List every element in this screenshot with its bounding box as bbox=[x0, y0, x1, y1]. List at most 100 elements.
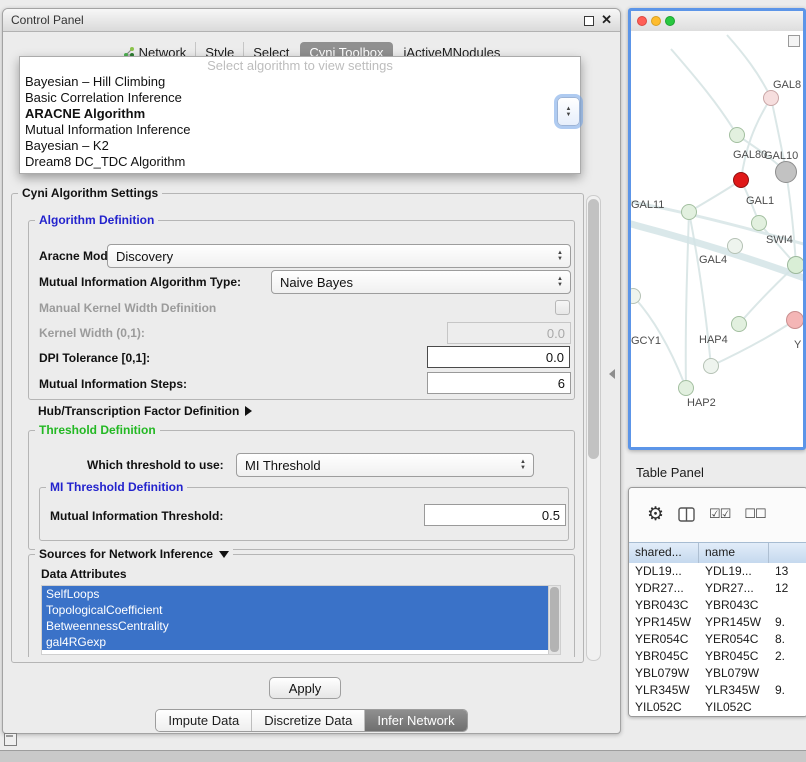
network-node[interactable] bbox=[729, 127, 745, 143]
network-node-selected[interactable] bbox=[733, 172, 749, 188]
node-label: HAP2 bbox=[687, 397, 716, 409]
close-icon[interactable]: ✕ bbox=[601, 12, 612, 28]
column-header-name[interactable]: name bbox=[699, 543, 769, 563]
cell-value bbox=[769, 665, 806, 682]
cell-name: YBR045C bbox=[699, 648, 769, 665]
data-attributes-list[interactable]: SelfLoops TopologicalCoefficient Between… bbox=[41, 585, 561, 655]
cell-shared: YPR145W bbox=[629, 614, 699, 631]
cell-value bbox=[769, 597, 806, 614]
menu-item-basic-correlation[interactable]: Basic Correlation Inference bbox=[20, 90, 580, 106]
table-row[interactable]: YIL052CYIL052C bbox=[629, 699, 806, 716]
mi-steps-field[interactable] bbox=[427, 372, 571, 394]
zoom-traffic-light-icon[interactable] bbox=[665, 16, 675, 26]
cell-shared: YLR345W bbox=[629, 682, 699, 699]
network-node[interactable] bbox=[703, 358, 719, 374]
cell-value: 9. bbox=[769, 682, 806, 699]
cell-name: YIL052C bbox=[699, 699, 769, 716]
tab-discretize-data[interactable]: Discretize Data bbox=[251, 710, 364, 731]
column-header-shared[interactable]: shared... bbox=[629, 543, 699, 563]
list-item-topologicalcoefficient[interactable]: TopologicalCoefficient bbox=[42, 602, 560, 618]
node-label: GCY1 bbox=[631, 335, 661, 347]
columns-icon[interactable] bbox=[678, 507, 695, 522]
cell-value: 9. bbox=[769, 614, 806, 631]
control-panel-titlebar[interactable]: Control Panel ✕ bbox=[3, 9, 620, 32]
table-row[interactable]: YPR145WYPR145W9. bbox=[629, 614, 806, 631]
menu-item-bayesian-hill-climbing[interactable]: Bayesian – Hill Climbing bbox=[20, 74, 580, 90]
sources-group: Sources for Network Inference Data Attri… bbox=[28, 554, 575, 657]
kernel-width-field[interactable] bbox=[447, 322, 571, 344]
algorithm-definition-group: Algorithm Definition Aracne Mode: Discov… bbox=[28, 220, 575, 400]
scrollbar-thumb[interactable] bbox=[550, 587, 559, 652]
checked-boxes-icon[interactable]: ☑☑ bbox=[709, 506, 730, 522]
cell-name: YBR043C bbox=[699, 597, 769, 614]
table-row[interactable]: YBL079WYBL079W bbox=[629, 665, 806, 682]
cell-value bbox=[769, 699, 806, 716]
unchecked-boxes-icon[interactable]: ☐☐ bbox=[744, 506, 765, 522]
float-window-icon[interactable] bbox=[584, 16, 594, 26]
splitter-collapse-icon[interactable] bbox=[609, 369, 615, 379]
dpi-tolerance-field[interactable] bbox=[427, 346, 570, 368]
window-title: Control Panel bbox=[11, 13, 84, 27]
data-attributes-label: Data Attributes bbox=[41, 567, 127, 581]
apply-button[interactable]: Apply bbox=[269, 677, 341, 699]
list-item-selfloops[interactable]: SelfLoops bbox=[42, 586, 560, 602]
table-row[interactable]: YDL19...YDL19...13 bbox=[629, 563, 806, 580]
attribute-list-scrollbar[interactable] bbox=[548, 586, 560, 654]
table-panel-window: ⚙ ☑☑ ☐☐ shared... name YDL19...YDL19...1… bbox=[628, 487, 806, 717]
network-window-titlebar[interactable] bbox=[631, 11, 803, 32]
which-threshold-combo[interactable]: MI Threshold ▲▼ bbox=[236, 453, 534, 477]
mi-threshold-label: Mutual Information Threshold: bbox=[50, 509, 223, 523]
list-item-betweennesscentrality[interactable]: BetweennessCentrality bbox=[42, 618, 560, 634]
network-node[interactable] bbox=[731, 316, 747, 332]
table-row[interactable]: YBR043CYBR043C bbox=[629, 597, 806, 614]
mi-threshold-field[interactable] bbox=[424, 504, 566, 526]
restore-panel-icon[interactable] bbox=[4, 733, 17, 746]
list-item-gal4rgexp[interactable]: gal4RGexp bbox=[42, 634, 560, 650]
algorithm-combo-stepper[interactable]: ▲▼ bbox=[557, 97, 580, 126]
network-node[interactable] bbox=[727, 238, 743, 254]
network-node[interactable] bbox=[678, 380, 694, 396]
manual-kernel-width-checkbox[interactable] bbox=[555, 300, 570, 315]
cell-value: 8. bbox=[769, 631, 806, 648]
node-label: GAL11 bbox=[631, 199, 664, 211]
hub-definition-toggle[interactable]: Hub/Transcription Factor Definition bbox=[38, 402, 252, 420]
network-node[interactable] bbox=[751, 215, 767, 231]
mi-algorithm-type-combo[interactable]: Naive Bayes ▲▼ bbox=[271, 270, 571, 294]
network-node[interactable] bbox=[681, 204, 697, 220]
table-toolbar: ⚙ ☑☑ ☐☐ bbox=[629, 488, 806, 540]
gear-icon[interactable]: ⚙ bbox=[647, 505, 664, 524]
menu-item-mutual-information[interactable]: Mutual Information Inference bbox=[20, 122, 580, 138]
tab-infer-network[interactable]: Infer Network bbox=[364, 710, 466, 731]
cell-name: YLR345W bbox=[699, 682, 769, 699]
which-threshold-value: MI Threshold bbox=[237, 458, 516, 473]
cell-shared: YBR043C bbox=[629, 597, 699, 614]
network-node[interactable] bbox=[786, 311, 803, 329]
network-canvas[interactable]: GAL8 GAL80 GAL10 GAL11 GAL1 SWI4 GAL4 GC… bbox=[631, 31, 803, 447]
control-panel-window: Control Panel ✕ Network Style Select Cyn… bbox=[2, 8, 621, 734]
algorithm-definition-title: Algorithm Definition bbox=[35, 213, 158, 227]
settings-scrollbar-thumb[interactable] bbox=[588, 199, 599, 459]
menu-item-bayesian-k2[interactable]: Bayesian – K2 bbox=[20, 138, 580, 154]
table-row[interactable]: YBR045CYBR045C2. bbox=[629, 648, 806, 665]
down-arrow-icon: ▼ bbox=[566, 112, 572, 118]
sources-group-title[interactable]: Sources for Network Inference bbox=[35, 547, 233, 561]
network-node[interactable] bbox=[775, 161, 797, 183]
tab-impute-data[interactable]: Impute Data bbox=[156, 710, 251, 731]
settings-group-title: Cyni Algorithm Settings bbox=[18, 186, 162, 200]
minimize-traffic-light-icon[interactable] bbox=[651, 16, 661, 26]
mi-algorithm-type-label: Mutual Information Algorithm Type: bbox=[39, 275, 241, 289]
menu-item-dream8[interactable]: Dream8 DC_TDC Algorithm bbox=[20, 154, 580, 170]
aracne-mode-combo[interactable]: Discovery ▲▼ bbox=[107, 244, 571, 268]
menu-item-aracne[interactable]: ARACNE Algorithm bbox=[20, 106, 580, 122]
table-row[interactable]: YDR27...YDR27...12 bbox=[629, 580, 806, 597]
settings-scrollbar[interactable] bbox=[586, 195, 601, 661]
table-body: YDL19...YDL19...13 YDR27...YDR27...12 YB… bbox=[629, 563, 806, 716]
mi-threshold-group: MI Threshold Definition Mutual Informati… bbox=[39, 487, 569, 541]
network-node[interactable] bbox=[787, 256, 803, 274]
table-row[interactable]: YLR345WYLR345W9. bbox=[629, 682, 806, 699]
network-node[interactable] bbox=[763, 90, 779, 106]
column-header-partial[interactable] bbox=[769, 543, 806, 563]
table-row[interactable]: YER054CYER054C8. bbox=[629, 631, 806, 648]
node-label: GAL10 bbox=[764, 150, 798, 162]
close-traffic-light-icon[interactable] bbox=[637, 16, 647, 26]
